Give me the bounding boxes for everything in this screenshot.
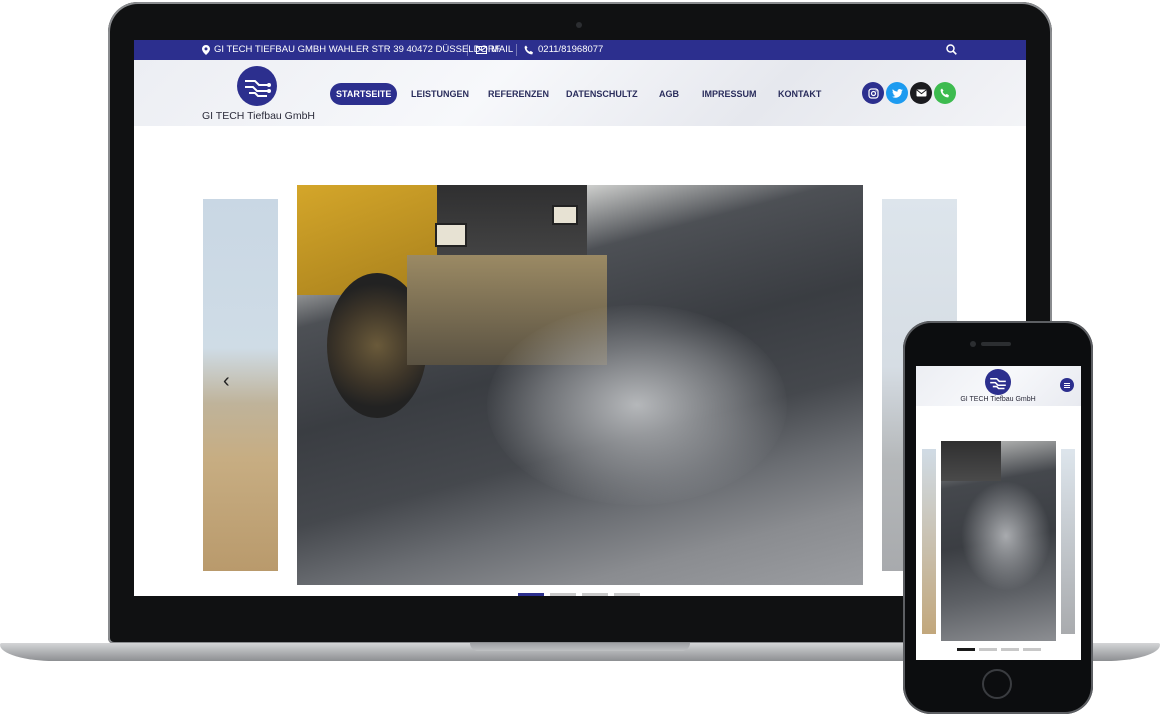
nav-referenzen[interactable]: REFERENZEN — [488, 83, 549, 105]
mail-link[interactable]: MAIL — [476, 40, 513, 60]
phone-text: 0211/81968077 — [538, 44, 604, 55]
phone-icon — [524, 45, 533, 55]
nav-agb[interactable]: AGB — [659, 83, 679, 105]
laptop-camera — [576, 22, 582, 28]
nav-startseite[interactable]: STARTSEITE — [330, 83, 398, 105]
roller-headlight — [552, 205, 578, 225]
search-button[interactable] — [946, 44, 957, 58]
slider-dot[interactable] — [582, 593, 608, 596]
mobile-slider-dot[interactable] — [1001, 648, 1019, 651]
whatsapp-button[interactable] — [934, 82, 956, 104]
mobile-slider-dot[interactable] — [979, 648, 997, 651]
roller-cab — [941, 441, 1001, 481]
envelope-icon — [476, 46, 487, 54]
search-icon — [946, 44, 957, 55]
address-text: GI TECH TIEFBAU GMBH WAHLER STR 39 40472… — [214, 44, 501, 55]
phone-screen: GI TECH Tiefbau GmbH — [916, 366, 1081, 660]
mobile-logo-icon[interactable] — [985, 369, 1011, 395]
phone-camera — [970, 341, 976, 347]
slider-prev-arrow[interactable]: ‹ — [223, 371, 230, 391]
phone-link[interactable]: 0211/81968077 — [524, 40, 603, 60]
mobile-slide-next-preview[interactable] — [1061, 449, 1075, 634]
instagram-button[interactable] — [862, 82, 884, 104]
nav-datenschultz[interactable]: DATENSCHULTZ — [566, 83, 638, 105]
location-pin-icon — [202, 45, 210, 55]
site-header: GI TECH Tiefbau GmbH STARTSEITE LEISTUNG… — [134, 60, 1026, 126]
phone-home-button[interactable] — [982, 669, 1012, 699]
mobile-brand-name: GI TECH Tiefbau GmbH — [960, 396, 1036, 403]
nav-impressum[interactable]: IMPRESSUM — [702, 83, 757, 105]
brand-name: GI TECH Tiefbau GmbH — [202, 110, 316, 122]
topbar-divider — [516, 44, 517, 56]
twitter-button[interactable] — [886, 82, 908, 104]
address-item: GI TECH TIEFBAU GMBH WAHLER STR 39 40472… — [202, 40, 500, 60]
topbar-divider — [467, 44, 468, 56]
phone-speaker — [981, 342, 1011, 346]
steam-cloud — [961, 481, 1051, 591]
email-button[interactable] — [910, 82, 932, 104]
mobile-slide-main-image — [941, 441, 1056, 641]
slider-dot[interactable] — [614, 593, 640, 596]
nav-leistungen[interactable]: LEISTUNGEN — [411, 83, 469, 105]
slider-dot[interactable] — [518, 593, 544, 596]
mobile-slide-previous-preview[interactable] — [922, 449, 936, 634]
twitter-icon — [891, 88, 903, 98]
mobile-slider-dot[interactable] — [957, 648, 975, 651]
laptop-hinge-notch — [470, 643, 690, 651]
laptop-screen: GI TECH TIEFBAU GMBH WAHLER STR 39 40472… — [134, 40, 1026, 596]
mobile-slider-dot[interactable] — [1023, 648, 1041, 651]
mail-icon — [915, 89, 927, 97]
mobile-header: GI TECH Tiefbau GmbH — [916, 366, 1081, 406]
steam-cloud — [487, 305, 787, 505]
roller-headlight — [435, 223, 467, 247]
mobile-menu-button[interactable] — [1060, 378, 1074, 392]
top-info-bar: GI TECH TIEFBAU GMBH WAHLER STR 39 40472… — [134, 40, 1026, 60]
hamburger-menu-icon — [1064, 382, 1070, 388]
slider-dot[interactable] — [550, 593, 576, 596]
slide-main-image — [297, 185, 863, 585]
circuit-logo-icon — [245, 80, 271, 97]
circuit-logo-icon — [990, 377, 1006, 390]
phone-icon — [940, 88, 949, 98]
slide-previous-preview[interactable]: ‹ — [203, 199, 278, 571]
logo-icon[interactable] — [237, 66, 277, 106]
instagram-icon — [867, 87, 879, 99]
nav-kontakt[interactable]: KONTAKT — [778, 83, 821, 105]
mail-text: MAIL — [491, 44, 514, 55]
